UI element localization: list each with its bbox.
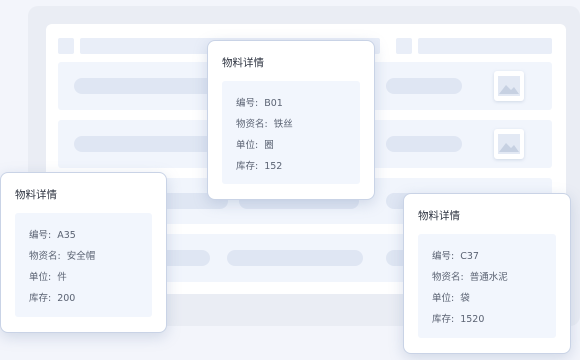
field-material-name: 物资名: 铁丝 xyxy=(236,119,293,130)
field-code: 编号: A35 xyxy=(29,230,76,241)
field-stock: 库存: 1520 xyxy=(432,314,485,325)
popup-detail-panel: 编号: C37 物资名: 普通水泥 单位: 袋 库存: 1520 xyxy=(418,234,556,338)
material-detail-popup: 物料详情 编号: C37 物资名: 普通水泥 单位: 袋 库存: 1520 xyxy=(403,193,571,354)
popup-detail-panel: 编号: B01 物资名: 铁丝 单位: 圈 库存: 152 xyxy=(222,81,360,184)
skeleton-text xyxy=(227,250,363,266)
field-stock: 库存: 152 xyxy=(236,161,283,172)
table-header-cell xyxy=(418,38,552,54)
field-stock: 库存: 200 xyxy=(29,293,76,304)
field-code: 编号: C37 xyxy=(432,251,479,262)
popup-title: 物料详情 xyxy=(222,57,264,69)
field-unit: 单位: 圈 xyxy=(236,140,274,151)
field-material-name: 物资名: 安全帽 xyxy=(29,251,96,262)
table-header-cell xyxy=(58,38,74,54)
popup-detail-panel: 编号: A35 物资名: 安全帽 单位: 件 库存: 200 xyxy=(15,213,152,317)
field-unit: 单位: 袋 xyxy=(432,293,470,304)
field-unit: 单位: 件 xyxy=(29,272,67,283)
skeleton-text xyxy=(386,136,462,152)
skeleton-text xyxy=(386,78,462,94)
material-detail-popup: 物料详情 编号: A35 物资名: 安全帽 单位: 件 库存: 200 xyxy=(0,172,167,333)
popup-title: 物料详情 xyxy=(418,210,460,222)
material-detail-popup: 物料详情 编号: B01 物资名: 铁丝 单位: 圈 库存: 152 xyxy=(207,40,375,200)
field-code: 编号: B01 xyxy=(236,98,283,109)
popup-title: 物料详情 xyxy=(15,189,57,201)
image-placeholder-icon xyxy=(494,71,524,101)
field-material-name: 物资名: 普通水泥 xyxy=(432,272,508,283)
table-header-cell xyxy=(396,38,412,54)
image-placeholder-icon xyxy=(494,129,524,159)
